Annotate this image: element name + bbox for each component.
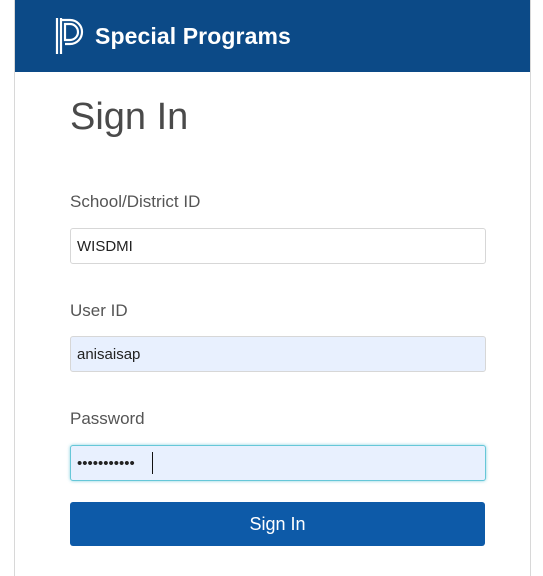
sign-in-button[interactable]: Sign In bbox=[70, 502, 485, 546]
user-id-label: User ID bbox=[70, 301, 128, 320]
app-header: Special Programs bbox=[15, 0, 530, 72]
login-panel: Special Programs Sign In School/District… bbox=[14, 0, 531, 576]
school-id-label: School/District ID bbox=[70, 192, 201, 211]
password-input[interactable] bbox=[70, 445, 486, 481]
password-label: Password bbox=[70, 409, 145, 428]
powerschool-logo-icon bbox=[55, 16, 85, 56]
school-id-input[interactable] bbox=[70, 228, 486, 264]
text-caret bbox=[152, 452, 153, 474]
page-title: Sign In bbox=[70, 96, 189, 138]
password-field-wrapper bbox=[70, 445, 486, 481]
app-brand-title: Special Programs bbox=[95, 22, 291, 49]
user-id-input[interactable] bbox=[70, 336, 486, 372]
